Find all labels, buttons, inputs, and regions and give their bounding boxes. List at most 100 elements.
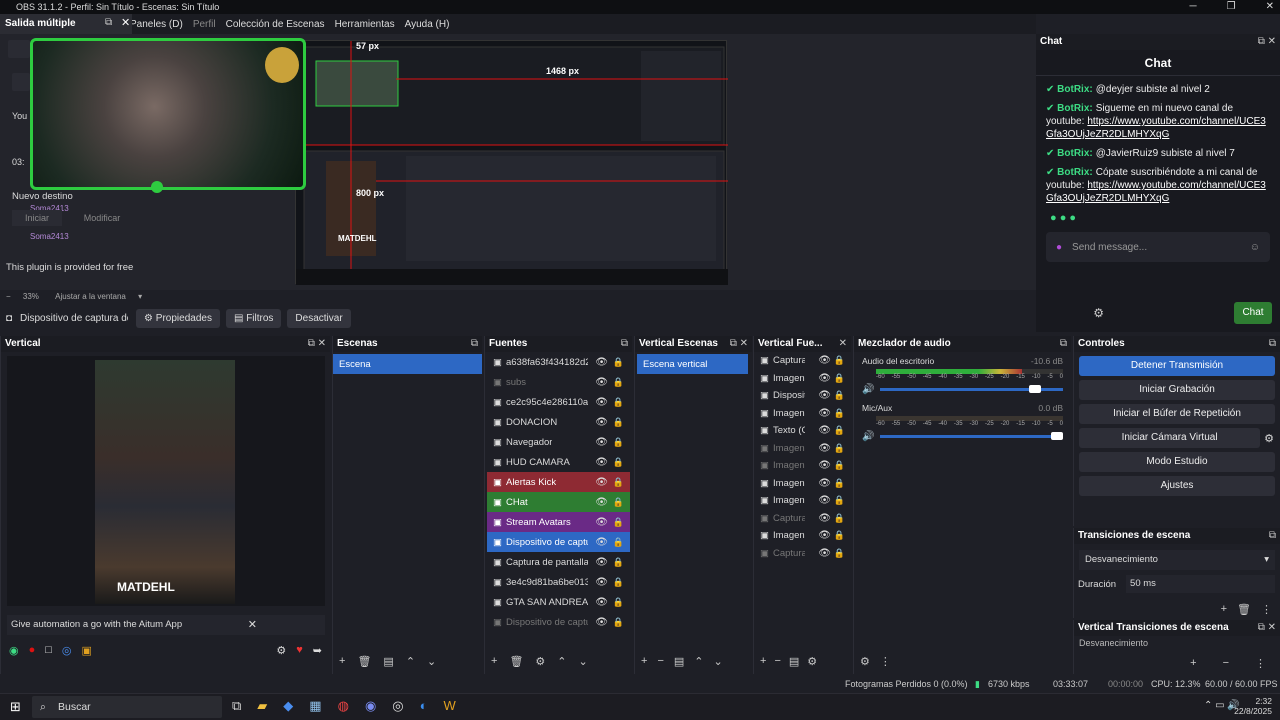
- visibility-icon[interactable]: 👁: [595, 357, 608, 368]
- mic-speaker-icon[interactable]: 🔊: [862, 431, 874, 442]
- lock-icon[interactable]: 🔒: [834, 478, 845, 489]
- lock-icon[interactable]: 🔒: [834, 408, 845, 419]
- visibility-icon[interactable]: 👁: [818, 513, 831, 524]
- pause-icon[interactable]: □: [45, 644, 52, 657]
- source-item[interactable]: ▣ Captura 👁 🔒: [754, 352, 851, 370]
- remove-icon[interactable]: 🗑: [357, 655, 371, 668]
- source-item[interactable]: ▣ ce2c95c4e286110ab 👁 🔒: [487, 392, 630, 412]
- source-settings-icon[interactable]: ⚙: [535, 655, 545, 668]
- lock-icon[interactable]: 🔒: [613, 517, 624, 528]
- visibility-icon[interactable]: 👁: [818, 408, 831, 419]
- zoom-dropdown-icon[interactable]: ▾: [138, 292, 142, 301]
- menu-help[interactable]: Ayuda (H): [405, 19, 450, 30]
- lock-icon[interactable]: 🔒: [834, 495, 845, 506]
- source-item[interactable]: ▣ Imagen 2 👁🔒: [754, 370, 851, 388]
- source-item[interactable]: ▣ Imagen 3 👁🔒: [754, 405, 851, 423]
- dock-controls-icon[interactable]: ⧉ ✕: [1258, 34, 1276, 50]
- desktop-speaker-icon[interactable]: 🔊: [862, 384, 874, 395]
- source-item[interactable]: ▣ Stream Avatars 👁 🔒: [487, 512, 630, 532]
- vt-add-icon[interactable]: +: [1190, 657, 1196, 670]
- source-item[interactable]: ▣ HUD CAMARA 👁 🔒: [487, 452, 630, 472]
- vtransition-value[interactable]: Desvanecimiento: [1079, 638, 1275, 648]
- source-item[interactable]: ▣ subs 👁 🔒: [487, 372, 630, 392]
- task-view-icon[interactable]: ⧉: [232, 698, 241, 714]
- modify-button[interactable]: Modificar: [70, 210, 134, 226]
- add-source-icon[interactable]: +: [491, 655, 497, 668]
- vtransitions-dock-icons[interactable]: ⧉ ✕: [1258, 620, 1276, 636]
- source-item[interactable]: ▣ Captura 👁 🔒: [754, 545, 851, 563]
- lock-icon[interactable]: 🔒: [834, 355, 845, 366]
- source-item[interactable]: ▣ Alertas Kick 👁 🔒: [487, 472, 630, 492]
- obs-icon[interactable]: ◎: [392, 698, 403, 714]
- source-item[interactable]: ▣ a638fa63f434182d2f 👁 🔒: [487, 352, 630, 372]
- lock-icon[interactable]: 🔒: [613, 497, 624, 508]
- vs-up-icon[interactable]: ⌃: [694, 655, 703, 668]
- up-icon[interactable]: ⌃: [406, 655, 415, 668]
- vs-remove-icon[interactable]: −: [657, 655, 663, 668]
- studio-mode-button[interactable]: Modo Estudio: [1079, 452, 1275, 472]
- chat-username[interactable]: BotRix:: [1057, 148, 1093, 159]
- close-multi-output-icon[interactable]: ✕: [121, 16, 130, 29]
- visibility-icon[interactable]: 👁: [818, 443, 831, 454]
- visibility-icon[interactable]: 👁: [818, 390, 831, 401]
- source-item[interactable]: ▣ Imagen 👁 🔒: [754, 492, 851, 510]
- visibility-icon[interactable]: 👁: [595, 557, 608, 568]
- visibility-icon[interactable]: 👁: [595, 537, 608, 548]
- deactivate-button[interactable]: Desactivar: [287, 308, 351, 328]
- lock-icon[interactable]: 🔒: [613, 617, 624, 628]
- source-item[interactable]: ▣ Navegador 👁 🔒: [487, 432, 630, 452]
- float-icon[interactable]: ⧉: [105, 17, 112, 28]
- source-item[interactable]: ▣ Imagen (👁🔒: [754, 475, 851, 493]
- start-recording-button[interactable]: Iniciar Grabación: [1079, 380, 1275, 400]
- visibility-icon[interactable]: 👁: [818, 495, 831, 506]
- vertical-sources-close-icon[interactable]: ✕: [839, 336, 847, 352]
- visibility-icon[interactable]: 👁: [818, 373, 831, 384]
- mixer-dock-icon[interactable]: ⧉: [1060, 336, 1067, 352]
- source-item[interactable]: ▣ Dispositivo de captu 👁 🔒: [487, 532, 630, 552]
- mic-volume-knob[interactable]: [1051, 432, 1063, 440]
- visibility-icon[interactable]: 👁: [818, 548, 831, 559]
- replay-icon[interactable]: ◎: [62, 644, 72, 657]
- desktop-volume-knob[interactable]: [1029, 385, 1042, 393]
- lock-icon[interactable]: 🔒: [613, 537, 624, 548]
- lock-icon[interactable]: 🔒: [834, 425, 845, 436]
- visibility-icon[interactable]: 👁: [595, 477, 608, 488]
- record-icon[interactable]: ●: [29, 644, 36, 657]
- calculator-icon[interactable]: ▦: [309, 698, 321, 714]
- visibility-icon[interactable]: 👁: [595, 597, 608, 608]
- visibility-icon[interactable]: 👁: [818, 425, 831, 436]
- desktop-volume-slider[interactable]: [880, 385, 1063, 393]
- controls-dock-icon[interactable]: ⧉: [1269, 336, 1276, 352]
- mic-volume-slider[interactable]: [880, 432, 1063, 440]
- visibility-icon[interactable]: 👁: [595, 457, 608, 468]
- mixer-menu-icon[interactable]: ⋮: [880, 655, 891, 668]
- chat-settings-icon[interactable]: ⚙: [1093, 306, 1104, 320]
- lock-icon[interactable]: 🔒: [613, 437, 624, 448]
- visibility-icon[interactable]: 👁: [595, 517, 608, 528]
- settings-button[interactable]: Ajustes: [1079, 476, 1275, 496]
- source-item[interactable]: ▣ Dispositi 👁🔒: [754, 387, 851, 405]
- lock-icon[interactable]: 🔒: [834, 390, 845, 401]
- menu-profile[interactable]: Perfil: [193, 19, 216, 30]
- start-button[interactable]: Iniciar: [12, 210, 62, 226]
- source-item[interactable]: ▣ Captura 👁 🔒: [754, 510, 851, 528]
- edge-icon[interactable]: ◐: [420, 698, 428, 714]
- transition-remove-icon[interactable]: 🗑: [1237, 603, 1251, 616]
- visibility-icon[interactable]: 👁: [595, 617, 608, 628]
- lock-icon[interactable]: 🔒: [613, 597, 624, 608]
- mic-icon[interactable]: ●: [1056, 242, 1062, 253]
- duration-input[interactable]: 50 ms: [1126, 575, 1275, 593]
- lock-icon[interactable]: 🔒: [613, 417, 624, 428]
- properties-button[interactable]: ⚙ Propiedades: [136, 308, 220, 328]
- source-item[interactable]: ▣ Captura de pantalla 👁 🔒: [487, 552, 630, 572]
- source-item[interactable]: ▣ GTA SAN ANDREAS 👁 🔒: [487, 592, 630, 612]
- visibility-icon[interactable]: 👁: [595, 417, 608, 428]
- menu-tools[interactable]: Herramientas: [335, 19, 395, 30]
- stop-stream-button[interactable]: Detener Transmisión: [1079, 356, 1275, 376]
- visibility-icon[interactable]: 👁: [818, 355, 831, 366]
- taskbar-search[interactable]: ⌕ Buscar: [32, 696, 222, 718]
- lock-icon[interactable]: 🔒: [613, 377, 624, 388]
- source-down-icon[interactable]: ⌄: [579, 655, 588, 668]
- lock-icon[interactable]: 🔒: [834, 530, 845, 541]
- source-item[interactable]: ▣ Imagen I 👁🔒: [754, 527, 851, 545]
